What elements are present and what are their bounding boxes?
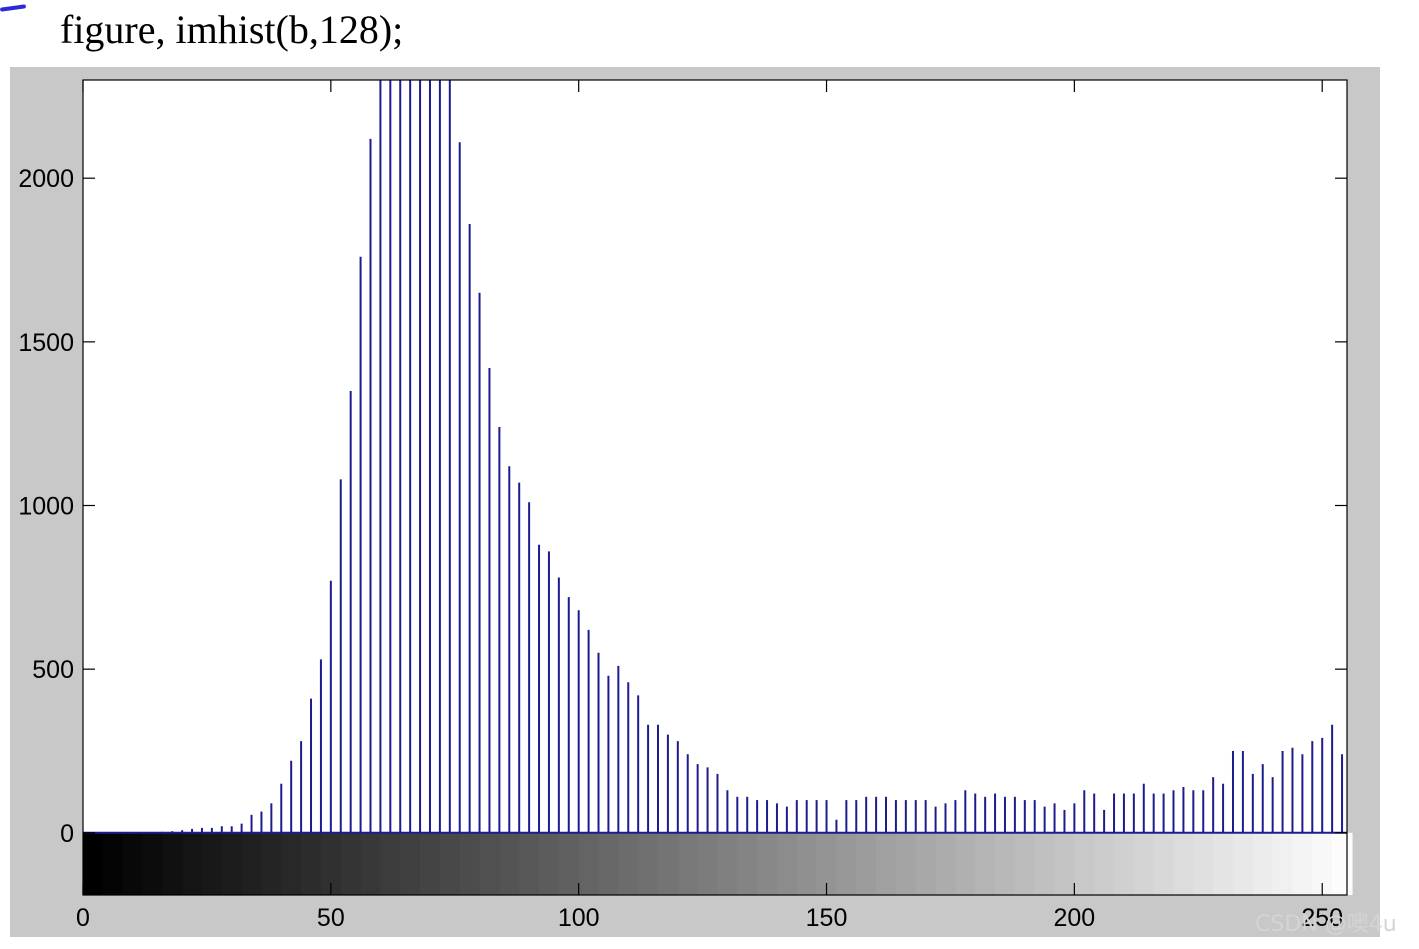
colorbar-segment [1133,832,1155,895]
colorbar-segment [578,832,600,895]
colorbar-segment [340,832,362,895]
code-caption: figure, imhist(b,128); [60,7,404,52]
colorbar-segment [836,832,857,895]
slide-corner-mark [0,4,27,12]
colorbar-segment [1034,832,1056,895]
x-tick-label: 0 [76,904,90,932]
colorbar-segment [618,832,639,895]
colorbar-segment [737,832,758,895]
colorbar-segment [201,832,223,895]
colorbar-segment [360,832,382,895]
colorbar-segment [439,832,461,895]
colorbar-segment [558,832,580,895]
colorbar-segment [380,832,401,895]
colorbar-segment [122,832,144,895]
colorbar-segment [241,832,263,895]
colorbar-segment [301,832,322,895]
colorbar-segment [1074,832,1095,895]
colorbar-segment [1213,832,1234,895]
colorbar-segment [657,832,679,895]
colorbar-segment [1232,832,1254,895]
colorbar-segment [995,832,1016,895]
colorbar-segment [479,832,500,895]
colorbar-segment [1094,832,1115,895]
colorbar-segment [519,832,540,895]
colorbar-segment [856,832,877,895]
colorbar-segment [638,832,659,895]
colorbar-segment [281,832,302,895]
colorbar-segment [1272,832,1294,895]
colorbar-segment [182,832,203,895]
y-tick-label: 0 [60,820,74,848]
plot-area [83,80,1347,895]
y-tick-label: 1500 [18,329,74,357]
colorbar-segment [915,832,937,895]
y-tick-label: 1000 [18,493,74,521]
colorbar-segment [697,832,719,895]
colorbar-segment [1054,832,1075,895]
x-tick-label: 200 [1054,904,1096,932]
colorbar-segment [796,832,818,895]
histogram-chart: 05001000150020000 50 100 150 200 250 [18,79,1353,932]
colorbar-segment [895,832,917,895]
colorbar-segment [1153,832,1175,895]
y-tick-label: 500 [32,656,74,684]
colorbar-segment [876,832,897,895]
x-tick-label: 50 [317,904,345,932]
colorbar-segment [400,832,421,895]
colorbar-segment [499,832,520,895]
colorbar-segment [83,832,104,895]
colorbar-segment [598,832,619,895]
colorbar-segment [221,832,243,895]
x-tick-label: 100 [558,904,600,932]
colorbar-segment [102,832,124,895]
colorbar-segment [142,832,163,895]
y-tick-label: 2000 [18,165,74,193]
colorbar-segment [935,832,957,895]
colorbar-segment [539,832,560,895]
colorbar-segment [776,832,798,895]
x-tick-label: 150 [806,904,848,932]
colorbar-segment [1173,832,1194,895]
colorbar-segment [955,832,976,895]
colorbar-segment [975,832,996,895]
colorbar-segment [677,832,699,895]
colorbar-segment [420,832,441,895]
colorbar-segment [1252,832,1274,895]
colorbar-segment [162,832,183,895]
colorbar-segment [1114,832,1135,895]
colorbar-segment [459,832,481,895]
watermark: CSDN @噢4u [1255,912,1397,937]
colorbar-segment [717,832,738,895]
colorbar-segment [1014,832,1036,895]
colorbar-segment [1292,832,1313,895]
colorbar-segment [1332,832,1353,895]
matlab-figure: 0 500 1000 1500 2000 0 50 100 150 200 250 [10,67,1380,937]
colorbar-segment [261,832,282,895]
colorbar-segment [1193,832,1214,895]
colorbar-segment [757,832,778,895]
